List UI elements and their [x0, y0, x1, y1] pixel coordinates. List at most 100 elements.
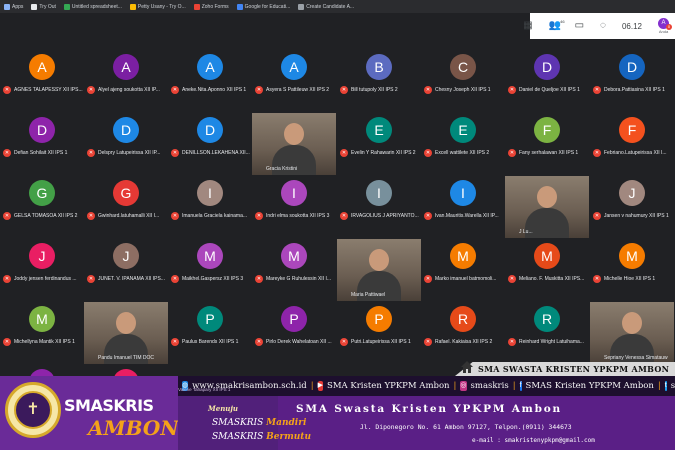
activities-icon[interactable]: ◌ [600, 21, 606, 31]
bookmark-icon [298, 3, 305, 10]
mic-muted-icon: ✕ [340, 149, 348, 157]
participant-tile[interactable]: J ✕ Jansen v nahumury XII IPS 1 [590, 176, 674, 238]
participant-avatar: D [113, 117, 139, 143]
participant-tile[interactable]: J ✕ Joddy jensen ferdinandus ... [0, 239, 84, 301]
participant-tile[interactable]: M ✕ Michelle Hioe XII IPS 1 [590, 239, 674, 301]
participant-avatar: I [197, 180, 223, 206]
tagline-bermutu: SMASKRIS Bermutu [212, 432, 311, 442]
participant-tile[interactable]: A ✕ Asyera S Pattileuw XII IPS 2 [252, 50, 336, 112]
participant-tile[interactable]: A ✕ Alyel ajeng soukotta XII IP... [84, 50, 168, 112]
participant-tile[interactable]: F ✕ Fany serhalawan XII IPS 1 [505, 113, 589, 175]
participant-tile[interactable]: I ✕ IRVAGOLIUS J APRIYANTO... [337, 176, 421, 238]
bookmark-item[interactable]: Create Candidate A... [298, 3, 354, 10]
instagram-icon: ◎ [460, 381, 467, 391]
mic-muted-icon: ✕ [171, 338, 179, 346]
participant-tile[interactable]: G ✕ GELSA TOMASOA XII IPS 2 [0, 176, 84, 238]
participants-icon[interactable]: 👥 46 [549, 19, 565, 31]
participant-tile[interactable]: A ✕ AGNES TALAPESSY XII IPS... [0, 50, 84, 112]
bookmark-icon [129, 3, 136, 10]
participant-avatar: M [450, 243, 476, 269]
participant-avatar: M [281, 243, 307, 269]
mic-muted-icon: ✕ [340, 86, 348, 94]
bookmark-item[interactable]: Apps [4, 3, 23, 10]
participant-tile[interactable]: M ✕ Maikhel.Gaspersz XII IPS 3 [168, 239, 252, 301]
participant-avatar: J [619, 180, 645, 206]
participant-name: Defian Sohilait XII IPS 1 [14, 150, 68, 156]
participant-tile[interactable]: R ✕ Reinhard Wright Latuihama... [505, 302, 589, 364]
participant-tile[interactable]: Gracia Kristini [252, 113, 336, 175]
participant-tile[interactable]: Pandu Imanuel TIM DOC [84, 302, 168, 364]
bookmark-item[interactable]: Untitled spreadsheet... [63, 3, 122, 10]
youtube-link[interactable]: SMA Kristen YPKPM Ambon [327, 381, 450, 391]
participant-tile[interactable]: F ✕ Febriano.Latupeirissa XII I... [590, 113, 674, 175]
tagline-word: Bermutu [266, 432, 311, 442]
participant-avatar: F [619, 117, 645, 143]
youtube-icon: ▶ [317, 381, 324, 391]
grid-layout-icon[interactable]: ▦ [523, 21, 532, 31]
participant-tile[interactable]: D ✕ DENILLSON.LEKAHENA XII... [168, 113, 252, 175]
tagline-mandiri: SMASKRIS Mandiri [212, 418, 306, 428]
school-name: SMA Swasta Kristen YPKPM Ambon [296, 403, 562, 415]
mic-muted-icon: ✕ [3, 86, 11, 94]
participant-tile[interactable]: P ✕ Paulus Barends XII IPS 1 [168, 302, 252, 364]
mic-muted-icon: ✕ [593, 86, 601, 94]
participant-name: Mareyke G Ruhulessin XII I... [266, 276, 332, 282]
brand-subtitle: AMBON [88, 416, 179, 440]
participant-tile[interactable]: D ✕ Debora.Pattiasina XII IPS 1 [590, 50, 674, 112]
participant-tile[interactable]: Sepriany Venessa Simatauw [590, 302, 674, 364]
participant-tile[interactable]: B ✕ Bill tutupoly XII IPS 2 [337, 50, 421, 112]
participant-tile[interactable]: I ✕ Ivan.Mauritis.Warella XII IP... [421, 176, 505, 238]
participant-avatar: J [113, 243, 139, 269]
participant-tile[interactable]: D ✕ Delspry Latupeirissa XII IP... [84, 113, 168, 175]
participant-video: J Lu... [505, 176, 589, 238]
twitter-link[interactable]: smaskris [671, 381, 675, 391]
mic-muted-icon: ✕ [593, 149, 601, 157]
participant-tile[interactable]: I ✕ Indri elma soukotta XII IPS 3 [252, 176, 336, 238]
logo-area: ✝ SMASKRIS AMBON [0, 376, 179, 450]
mic-muted-icon: ✕ [3, 338, 11, 346]
participant-avatar: A [281, 54, 307, 80]
mic-muted-icon: ✕ [424, 275, 432, 283]
bookmark-item[interactable]: Try Out [31, 3, 56, 10]
participant-tile[interactable]: P ✕ Pirlo Derek Wahelatoan XII ... [252, 302, 336, 364]
participant-tile[interactable]: P ✕ Putri.Latupeirissa XII IPS 1 [337, 302, 421, 364]
participant-tile[interactable]: E ✕ Excell wattilete XII IPS 2 [421, 113, 505, 175]
participant-avatar: E [450, 117, 476, 143]
participant-name: JUNET. V. IPANAMA XII IPS... [98, 276, 165, 282]
participant-tile[interactable]: J Lu... [505, 176, 589, 238]
participant-tile[interactable]: Maria Pattiwael [337, 239, 421, 301]
mic-muted-icon: ✕ [3, 149, 11, 157]
participant-tile[interactable]: C ✕ Chesny Joseph XII IPS 1 [421, 50, 505, 112]
mic-muted-icon: ✕ [424, 149, 432, 157]
bookmark-item[interactable]: Petty Usany - Try O... [129, 3, 186, 10]
participant-tile[interactable]: M ✕ Marko imanuel batmomoli... [421, 239, 505, 301]
participant-tile[interactable]: J ✕ JUNET. V. IPANAMA XII IPS... [84, 239, 168, 301]
person-head [537, 186, 557, 208]
mic-muted-icon: ✕ [87, 86, 95, 94]
participant-tile[interactable]: D ✕ Defian Sohilait XII IPS 1 [0, 113, 84, 175]
participant-tile[interactable]: M ✕ Mareyke G Ruhulessin XII I... [252, 239, 336, 301]
participant-tile[interactable]: D ✕ Daniel de Queljoe XII IPS 1 [505, 50, 589, 112]
mic-muted-icon: ✕ [3, 275, 11, 283]
participant-tile[interactable]: G ✕ Gwinhard.latuhamalli XII I... [84, 176, 168, 238]
participant-avatar: D [534, 54, 560, 80]
bookmark-icon [63, 3, 70, 10]
participant-tile[interactable]: R ✕ Rafael. Kakiaisa XII IPS 2 [421, 302, 505, 364]
participant-avatar: J [29, 243, 55, 269]
bookmark-item[interactable]: Google for Educati... [236, 3, 290, 10]
bookmark-label: Try Out [39, 3, 56, 10]
participant-tile[interactable]: M ✕ Michellyna Mantik XII IPS 1 [0, 302, 84, 364]
participant-name: Ivan.Mauritis.Warella XII IP... [435, 213, 499, 219]
participant-tile[interactable]: E ✕ Evelin Y Rahawarin XII IPS 2 [337, 113, 421, 175]
user-avatar-area[interactable]: A Anda 0 [658, 18, 672, 34]
participant-tile[interactable]: A ✕ Aneke.Nita.Aponno XII IPS 1 [168, 50, 252, 112]
participant-tile[interactable]: M ✕ Meliano. F. Muskitta XII IPS... [505, 239, 589, 301]
facebook-link[interactable]: SMAS Kristen YPKPM Ambon [526, 381, 654, 391]
bookmark-item[interactable]: Zoho Forms [193, 3, 229, 10]
participant-tile[interactable]: I ✕ Imanuela Graciela kainama... [168, 176, 252, 238]
notification-badge: 0 [666, 24, 672, 30]
person-head [622, 312, 642, 334]
mic-muted-icon: ✕ [508, 275, 516, 283]
chat-icon[interactable]: ▭ [575, 21, 584, 31]
instagram-link[interactable]: smaskris [471, 381, 509, 391]
